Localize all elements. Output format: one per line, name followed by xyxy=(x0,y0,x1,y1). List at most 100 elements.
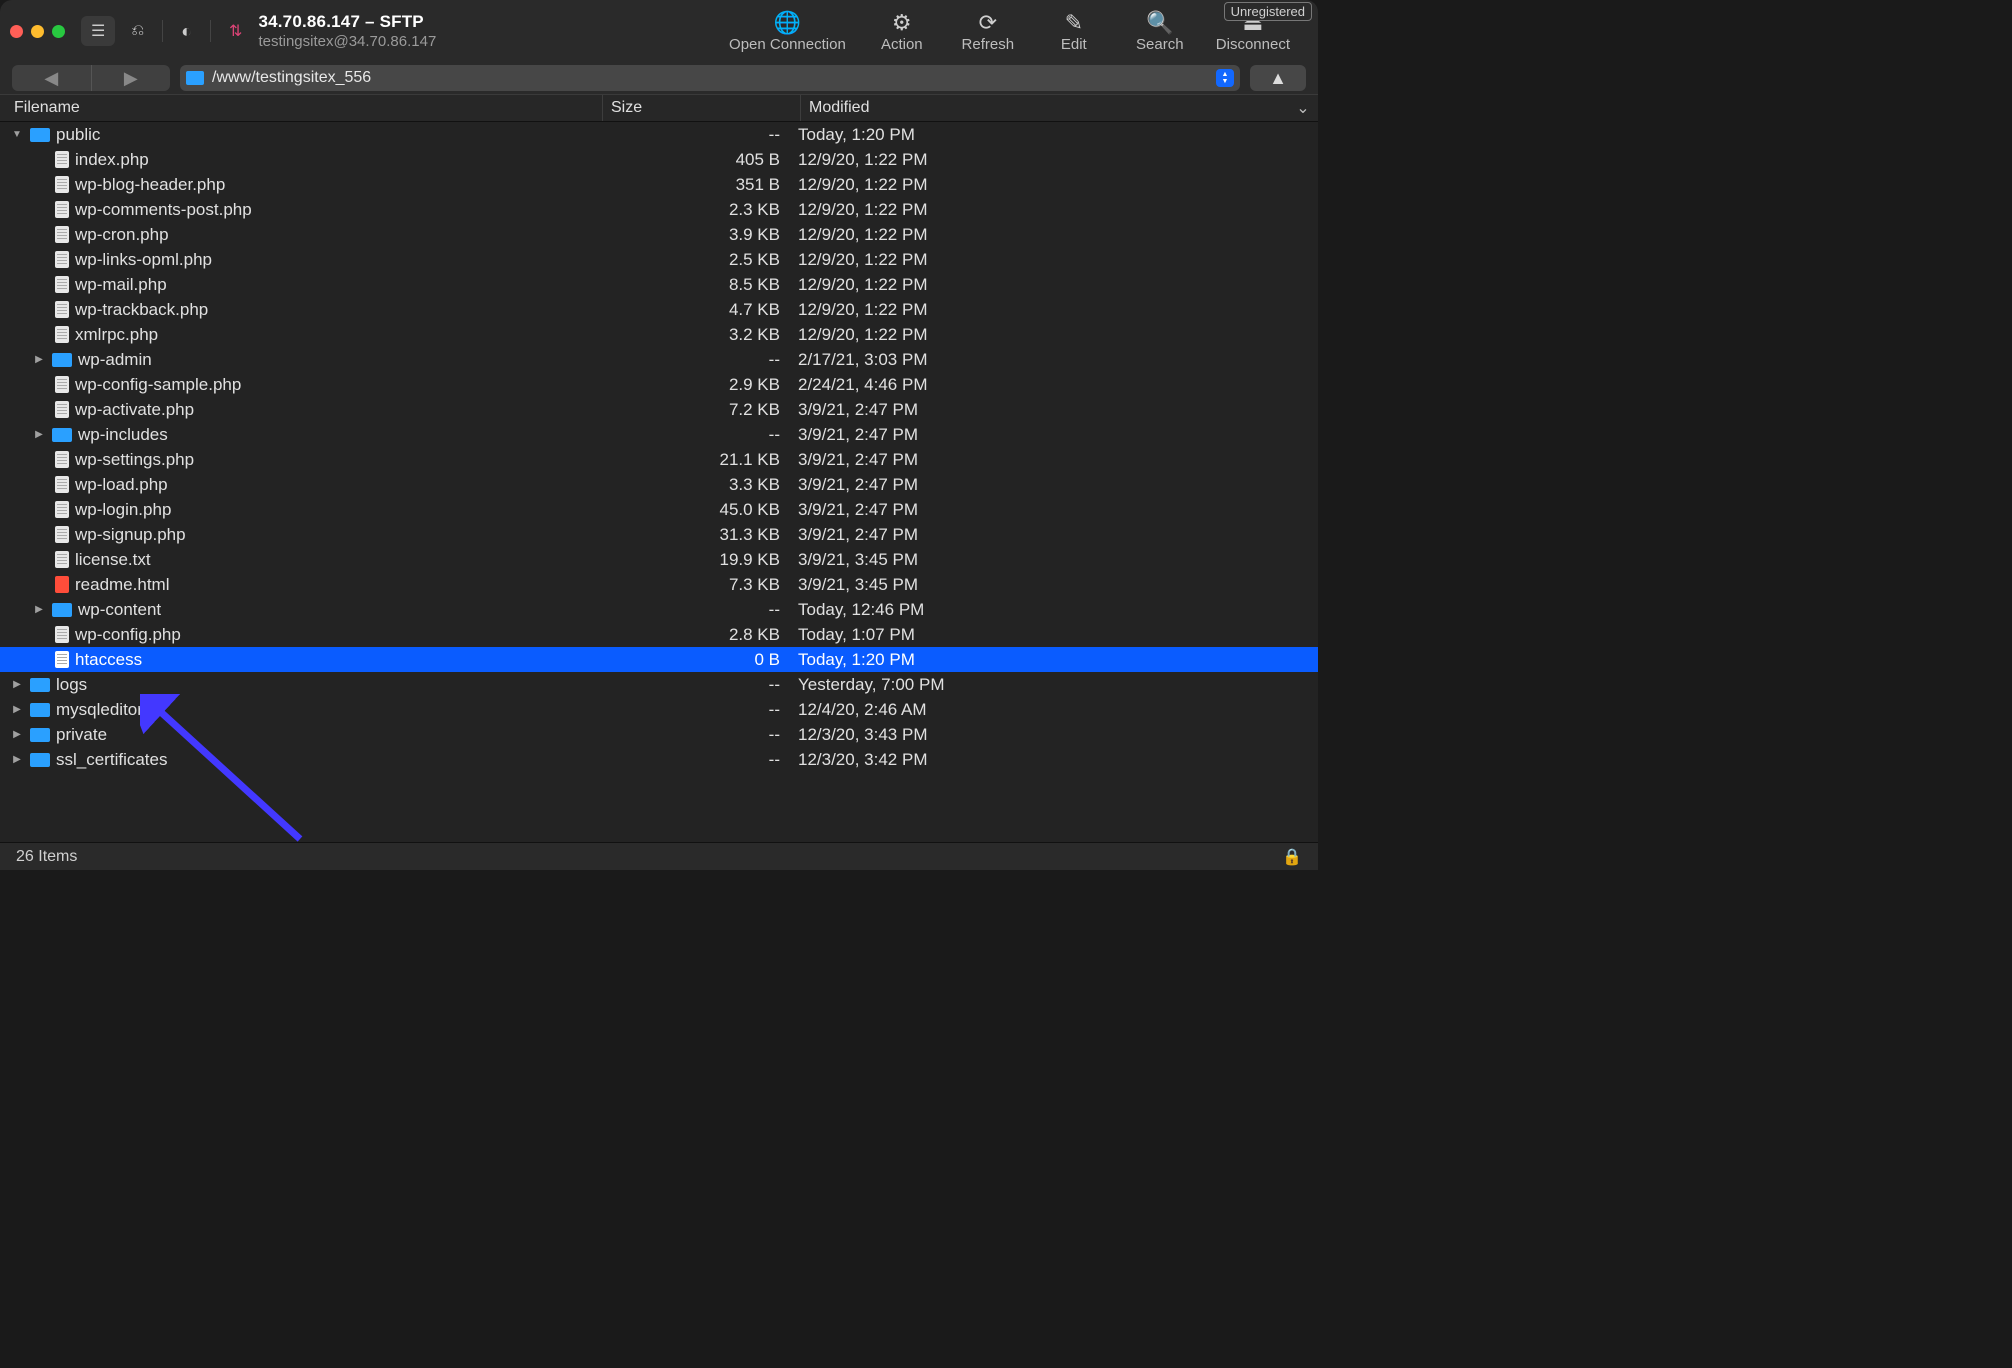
search-icon: 🔍 xyxy=(1146,10,1173,36)
column-size[interactable]: Size xyxy=(602,95,800,121)
window-controls xyxy=(10,25,65,38)
globe-plus-icon: 🌐 xyxy=(774,10,801,36)
disclosure-icon[interactable]: ▶ xyxy=(10,754,24,765)
file-row[interactable]: wp-blog-header.php351 B12/9/20, 1:22 PM xyxy=(0,172,1318,197)
sort-indicator-icon[interactable]: ⌄ xyxy=(1288,98,1318,118)
action-button[interactable]: ⚙︎ Action xyxy=(872,10,932,53)
file-name: wp-config-sample.php xyxy=(75,375,241,395)
file-modified: 3/9/21, 3:45 PM xyxy=(790,550,1318,570)
file-icon xyxy=(55,451,69,468)
file-size: -- xyxy=(592,125,790,145)
minimize-button[interactable] xyxy=(31,25,44,38)
file-row[interactable]: license.txt19.9 KB3/9/21, 3:45 PM xyxy=(0,547,1318,572)
separator xyxy=(210,20,211,42)
file-modified: 3/9/21, 2:47 PM xyxy=(790,400,1318,420)
file-icon xyxy=(55,501,69,518)
path-field[interactable]: /www/testingsitex_556 ▲▼ xyxy=(180,65,1240,91)
file-row[interactable]: wp-links-opml.php2.5 KB12/9/20, 1:22 PM xyxy=(0,247,1318,272)
search-button[interactable]: 🔍 Search xyxy=(1130,10,1190,53)
file-row[interactable]: wp-login.php45.0 KB3/9/21, 2:47 PM xyxy=(0,497,1318,522)
file-modified: Today, 1:07 PM xyxy=(790,625,1318,645)
file-name: wp-activate.php xyxy=(75,400,194,420)
maximize-button[interactable] xyxy=(52,25,65,38)
file-modified: 12/4/20, 2:46 AM xyxy=(790,700,1318,720)
refresh-button[interactable]: ⟳ Refresh xyxy=(958,10,1018,53)
nav-forward-button[interactable]: ▶ xyxy=(91,65,171,91)
nav-back-button[interactable]: ◀ xyxy=(12,65,91,91)
file-row[interactable]: wp-cron.php3.9 KB12/9/20, 1:22 PM xyxy=(0,222,1318,247)
file-row[interactable]: wp-trackback.php4.7 KB12/9/20, 1:22 PM xyxy=(0,297,1318,322)
file-icon xyxy=(55,476,69,493)
up-directory-button[interactable]: ▲ xyxy=(1250,65,1306,91)
file-row[interactable]: ▶wp-admin--2/17/21, 3:03 PM xyxy=(0,347,1318,372)
folder-icon xyxy=(52,353,72,367)
file-size: -- xyxy=(592,750,790,770)
disclosure-icon[interactable]: ▶ xyxy=(10,729,24,740)
file-row[interactable]: wp-mail.php8.5 KB12/9/20, 1:22 PM xyxy=(0,272,1318,297)
file-row[interactable]: ▶logs--Yesterday, 7:00 PM xyxy=(0,672,1318,697)
file-icon xyxy=(55,176,69,193)
file-row[interactable]: ▶wp-content--Today, 12:46 PM xyxy=(0,597,1318,622)
disclosure-icon[interactable]: ▶ xyxy=(10,679,24,690)
file-name: public xyxy=(56,125,100,145)
bookmarks-icon[interactable]: ⎌ xyxy=(131,22,144,40)
file-modified: 12/9/20, 1:22 PM xyxy=(790,325,1318,345)
file-row[interactable]: ▶wp-includes--3/9/21, 2:47 PM xyxy=(0,422,1318,447)
file-row[interactable]: wp-comments-post.php2.3 KB12/9/20, 1:22 … xyxy=(0,197,1318,222)
file-row[interactable]: wp-settings.php21.1 KB3/9/21, 2:47 PM xyxy=(0,447,1318,472)
column-modified[interactable]: Modified xyxy=(800,95,1288,121)
disclosure-icon[interactable]: ▶ xyxy=(32,354,46,365)
file-icon xyxy=(55,326,69,343)
file-row[interactable]: wp-config.php2.8 KBToday, 1:07 PM xyxy=(0,622,1318,647)
file-size: 45.0 KB xyxy=(592,500,790,520)
file-modified: 3/9/21, 3:45 PM xyxy=(790,575,1318,595)
path-stepper-icon[interactable]: ▲▼ xyxy=(1216,69,1234,87)
column-filename[interactable]: Filename xyxy=(14,99,602,117)
file-modified: 12/9/20, 1:22 PM xyxy=(790,150,1318,170)
file-size: 405 B xyxy=(592,150,790,170)
file-icon xyxy=(55,401,69,418)
file-size: 3.9 KB xyxy=(592,225,790,245)
file-row[interactable]: xmlrpc.php3.2 KB12/9/20, 1:22 PM xyxy=(0,322,1318,347)
file-name: wp-trackback.php xyxy=(75,300,208,320)
file-name: wp-signup.php xyxy=(75,525,186,545)
file-row[interactable]: wp-config-sample.php2.9 KB2/24/21, 4:46 … xyxy=(0,372,1318,397)
file-icon xyxy=(55,626,69,643)
file-row[interactable]: wp-activate.php7.2 KB3/9/21, 2:47 PM xyxy=(0,397,1318,422)
folder-icon xyxy=(30,128,50,142)
file-row[interactable]: htaccess0 BToday, 1:20 PM xyxy=(0,647,1318,672)
file-name: wp-mail.php xyxy=(75,275,167,295)
file-listing[interactable]: ▼public--Today, 1:20 PMindex.php405 B12/… xyxy=(0,122,1318,842)
disclosure-icon[interactable]: ▶ xyxy=(32,429,46,440)
disclosure-icon[interactable]: ▶ xyxy=(32,604,46,615)
close-button[interactable] xyxy=(10,25,23,38)
file-icon xyxy=(55,526,69,543)
file-row[interactable]: ▶ssl_certificates--12/3/20, 3:42 PM xyxy=(0,747,1318,772)
file-name: wp-admin xyxy=(78,350,152,370)
clock-icon[interactable]: ◐ xyxy=(181,21,192,42)
file-name: index.php xyxy=(75,150,149,170)
disclosure-icon[interactable]: ▼ xyxy=(10,129,24,140)
lock-icon: 🔒 xyxy=(1282,847,1302,867)
file-row[interactable]: ▶private--12/3/20, 3:43 PM xyxy=(0,722,1318,747)
file-size: 7.3 KB xyxy=(592,575,790,595)
file-name: logs xyxy=(56,675,87,695)
list-view-icon: ☰ xyxy=(91,21,105,41)
file-row[interactable]: ▶mysqleditor--12/4/20, 2:46 AM xyxy=(0,697,1318,722)
file-size: 351 B xyxy=(592,175,790,195)
file-row[interactable]: index.php 405 B12/9/20, 1:22 PM xyxy=(0,147,1318,172)
file-row[interactable]: wp-load.php3.3 KB3/9/21, 2:47 PM xyxy=(0,472,1318,497)
folder-icon xyxy=(52,428,72,442)
file-row[interactable]: wp-signup.php31.3 KB3/9/21, 2:47 PM xyxy=(0,522,1318,547)
view-toggle[interactable]: ☰ xyxy=(81,16,115,46)
file-name: wp-comments-post.php xyxy=(75,200,252,220)
open-connection-button[interactable]: 🌐 Open Connection xyxy=(729,10,846,53)
file-row[interactable]: readme.html7.3 KB3/9/21, 3:45 PM xyxy=(0,572,1318,597)
transfer-icon[interactable]: ⇅ xyxy=(229,21,242,41)
file-size: -- xyxy=(592,700,790,720)
file-icon xyxy=(55,376,69,393)
disclosure-icon[interactable]: ▶ xyxy=(10,704,24,715)
file-row[interactable]: ▼public--Today, 1:20 PM xyxy=(0,122,1318,147)
path-text: /www/testingsitex_556 xyxy=(212,69,371,87)
edit-button[interactable]: ✎ Edit xyxy=(1044,10,1104,53)
